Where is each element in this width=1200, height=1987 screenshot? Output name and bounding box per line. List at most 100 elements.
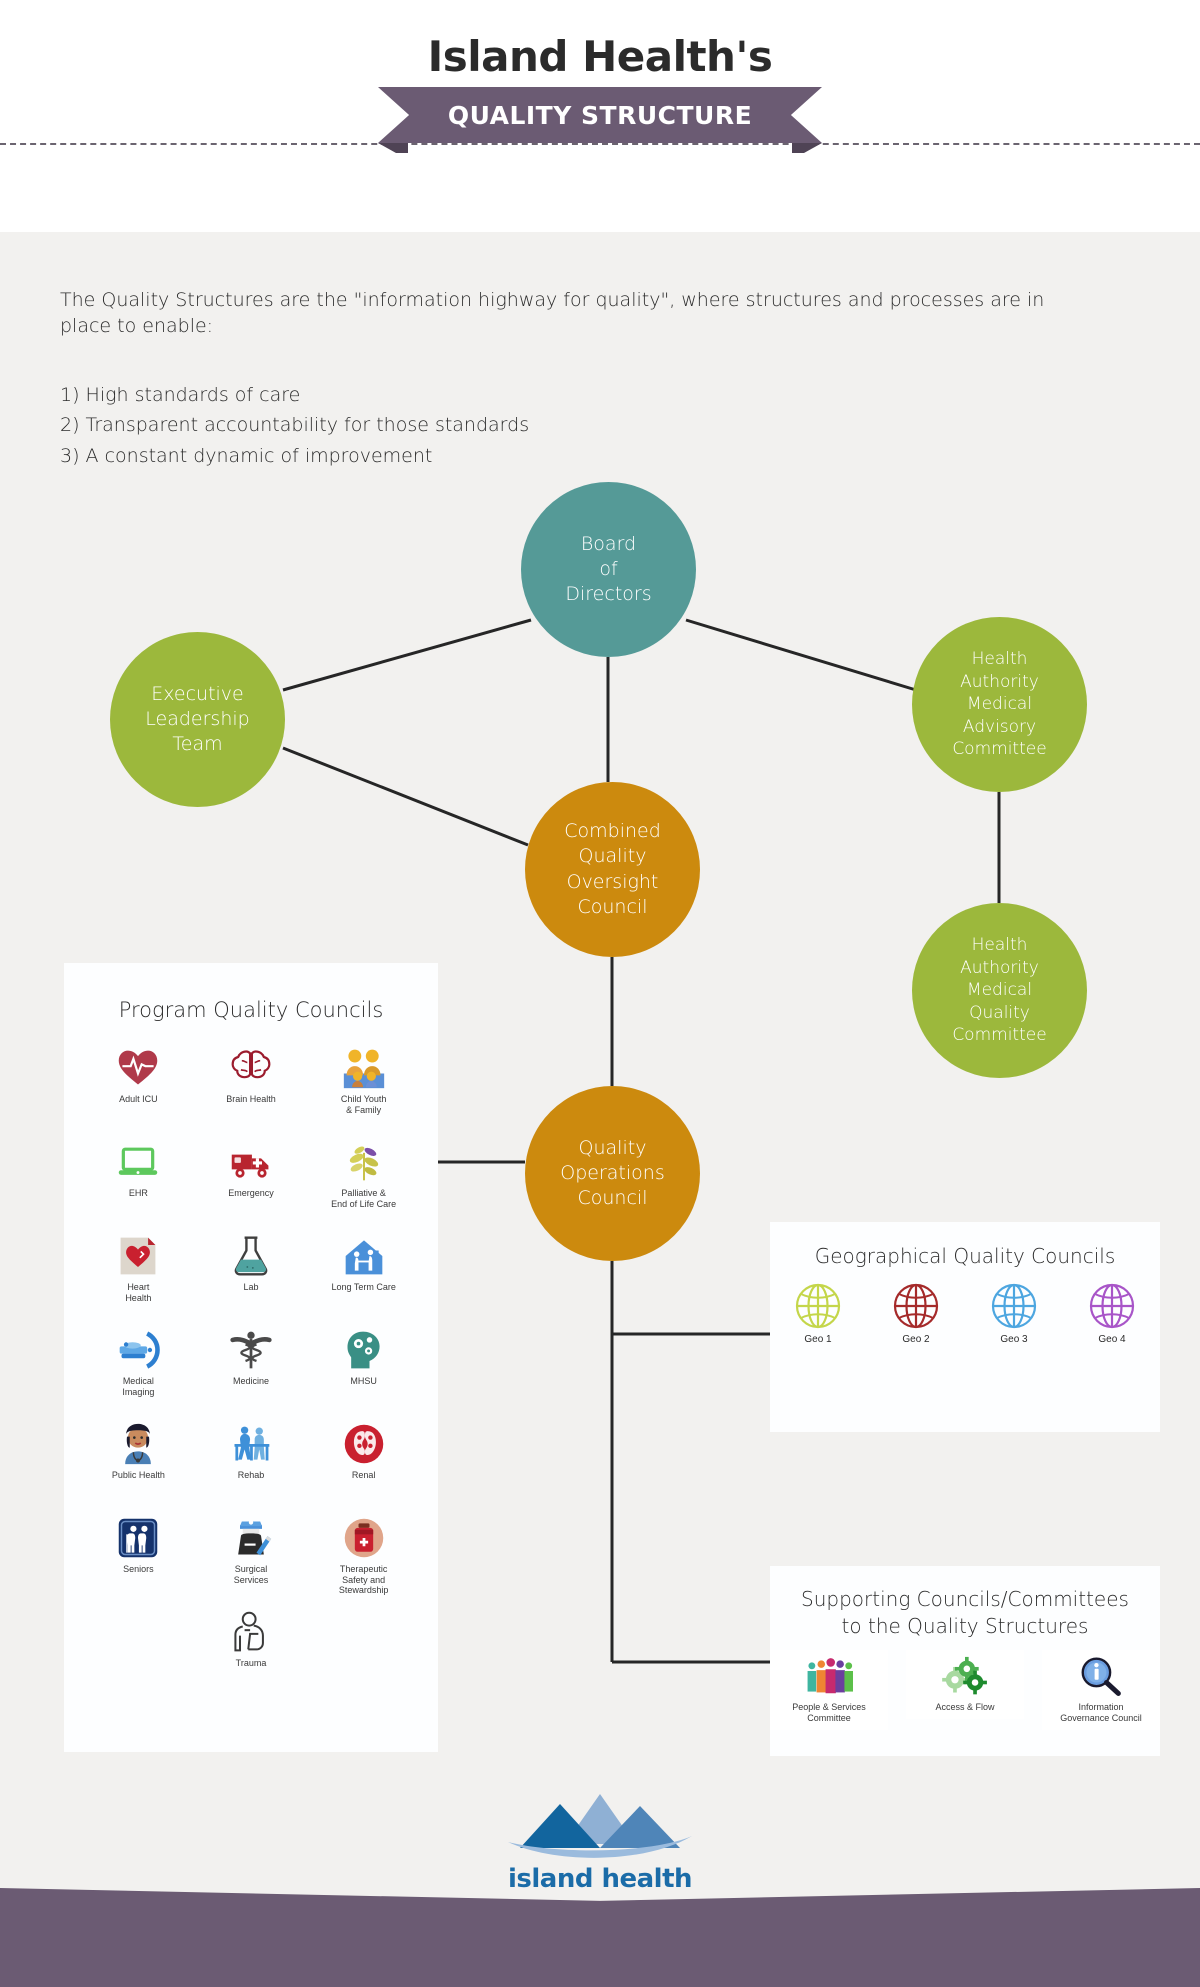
geographical-council-item[interactable]: Geo 1 <box>781 1280 855 1345</box>
program-council-label: Medicine <box>232 1376 269 1386</box>
node-label-line: Committee <box>952 1025 1047 1046</box>
globe-icon <box>988 1280 1040 1332</box>
program-council-item[interactable]: Child Youth & Family <box>309 1046 418 1124</box>
supporting-councils-title-line1: Supporting Councils/Committees <box>801 1587 1129 1611</box>
program-council-item[interactable]: Brain Health <box>197 1046 306 1124</box>
supporting-council-item[interactable]: Information Governance Council <box>1042 1650 1160 1730</box>
node-label-line: Quality <box>578 845 647 868</box>
node-label-line: Health <box>971 935 1028 956</box>
program-council-item[interactable]: Therapeutic Safety and Stewardship <box>309 1516 418 1596</box>
geographical-council-item[interactable]: Geo 3 <box>977 1280 1051 1345</box>
supporting-council-label: Access & Flow <box>935 1702 995 1712</box>
quality-structure-ribbon: QUALITY STRUCTURE <box>378 87 822 153</box>
program-council-label: Brain Health <box>226 1094 276 1104</box>
supporting-council-item[interactable]: People & Services Committee <box>770 1650 888 1730</box>
node-label-line: Combined <box>564 820 661 843</box>
intro-paragraph: The Quality Structures are the "informat… <box>60 289 1045 337</box>
arm-sling-icon <box>229 1610 273 1654</box>
program-council-label: MHSU <box>350 1376 377 1386</box>
supporting-councils-panel: Supporting Councils/Committees to the Qu… <box>770 1566 1160 1756</box>
node-label-line: Health <box>971 649 1028 670</box>
program-quality-councils-panel: Program Quality Councils Adult ICU Brain … <box>64 963 438 1752</box>
program-council-item[interactable]: Adult ICU <box>84 1046 193 1124</box>
program-council-item[interactable]: Trauma <box>229 1610 273 1688</box>
supporting-councils-row: People & Services Committee Access & Flow I… <box>770 1650 1160 1730</box>
node-executive-leadership-team[interactable]: Executive Leadership Team <box>110 632 285 807</box>
island-health-logo: island health <box>500 1786 700 1901</box>
people-group-icon <box>805 1656 853 1698</box>
program-council-item[interactable]: Long Term Care <box>309 1234 418 1312</box>
program-council-item[interactable]: Seniors <box>84 1516 193 1596</box>
program-council-label: Long Term Care <box>331 1282 396 1292</box>
ambulance-icon <box>229 1140 273 1184</box>
program-council-item[interactable]: Palliative & End of Life Care <box>309 1140 418 1218</box>
node-label-line: Directors <box>565 583 652 606</box>
geographical-council-item[interactable]: Geo 2 <box>879 1280 953 1345</box>
node-quality-operations-council[interactable]: Quality Operations Council <box>525 1086 700 1261</box>
program-council-item[interactable]: Emergency <box>197 1140 306 1218</box>
program-council-label: Lab <box>243 1282 259 1292</box>
island-health-wordmark: island health <box>507 1864 693 1894</box>
geographical-council-label: Geo 4 <box>1098 1334 1126 1345</box>
program-council-item[interactable]: Rehab <box>197 1422 306 1500</box>
page-title: Island Health's <box>427 32 773 81</box>
program-council-item[interactable]: Public Health <box>84 1422 193 1500</box>
heart-note-icon <box>116 1234 160 1278</box>
island-health-mountains-icon <box>508 1794 692 1858</box>
footer-band <box>0 1888 1200 1987</box>
geographical-quality-councils-row: Geo 1 Geo 2 Geo 3 Geo 4 <box>770 1280 1160 1345</box>
program-council-label: Palliative & End of Life Care <box>331 1188 397 1209</box>
program-council-label: Trauma <box>235 1657 267 1668</box>
program-council-label: Heart Health <box>125 1282 152 1303</box>
caduceus-icon <box>229 1328 273 1372</box>
program-council-item[interactable]: MHSU <box>309 1328 418 1406</box>
geographical-quality-councils-panel: Geographical Quality Councils Geo 1 Geo 2… <box>770 1222 1160 1432</box>
program-council-item[interactable]: Renal <box>309 1422 418 1500</box>
node-health-authority-medical-quality-committee[interactable]: Health Authority Medical Quality Committ… <box>912 903 1087 1078</box>
node-label-line: Authority <box>960 671 1039 692</box>
intro-list: 1) High standards of care 2) Transparent… <box>60 380 860 471</box>
node-combined-quality-oversight-council[interactable]: Combined Quality Oversight Council <box>525 782 700 957</box>
node-label-line: Council <box>577 1187 648 1210</box>
node-label-line: Authority <box>960 957 1039 978</box>
magnifier-info-icon <box>1077 1656 1125 1698</box>
supporting-council-label: People & Services Committee <box>792 1702 866 1723</box>
program-council-item[interactable]: Lab <box>197 1234 306 1312</box>
node-health-authority-medical-advisory-committee[interactable]: Health Authority Medical Advisory Commit… <box>912 617 1087 792</box>
program-quality-councils-grid: Adult ICU Brain Health Child Youth & Family… <box>64 1022 438 1596</box>
geographical-council-item[interactable]: Geo 4 <box>1075 1280 1149 1345</box>
head-gears-icon <box>342 1328 386 1372</box>
program-council-item[interactable]: EHR <box>84 1140 193 1218</box>
rehab-walking-icon <box>229 1422 273 1466</box>
program-council-label: Child Youth & Family <box>340 1094 387 1115</box>
laptop-icon <box>116 1140 160 1184</box>
intro-list-item: 1) High standards of care <box>60 384 301 406</box>
program-council-label: Seniors <box>123 1564 154 1574</box>
node-label-line: Medical <box>966 694 1033 715</box>
family-icon <box>342 1046 386 1090</box>
globe-icon <box>1086 1280 1138 1332</box>
node-label-line: Quality <box>969 1002 1030 1023</box>
program-quality-councils-title: Program Quality Councils <box>118 998 384 1022</box>
brain-icon <box>229 1046 273 1090</box>
node-label-line: Council <box>577 895 648 918</box>
program-council-item[interactable]: Heart Health <box>84 1234 193 1312</box>
program-council-item[interactable]: Medicine <box>197 1328 306 1406</box>
node-label-line: Leadership <box>145 707 250 730</box>
globe-icon <box>792 1280 844 1332</box>
program-council-label: Therapeutic Safety and Stewardship <box>338 1564 389 1596</box>
intro-list-item: 3) A constant dynamic of improvement <box>60 444 433 467</box>
node-label-line: Executive <box>151 682 244 705</box>
node-label-line: Committee <box>952 739 1047 760</box>
flask-icon <box>229 1234 273 1278</box>
program-council-item[interactable]: Medical Imaging <box>84 1328 193 1406</box>
supporting-council-item[interactable]: Access & Flow <box>906 1650 1024 1719</box>
seniors-sign-icon <box>116 1516 160 1560</box>
intro-list-item: 2) Transparent accountability for those … <box>60 414 530 437</box>
gears-icon <box>941 1656 989 1698</box>
ribbon-label: QUALITY STRUCTURE <box>447 100 753 130</box>
program-council-item[interactable]: Surgical Services <box>197 1516 306 1596</box>
node-board-of-directors[interactable]: Board of Directors <box>521 482 696 657</box>
supporting-council-label: Information Governance Council <box>1060 1702 1142 1723</box>
mri-scanner-icon <box>116 1328 161 1372</box>
